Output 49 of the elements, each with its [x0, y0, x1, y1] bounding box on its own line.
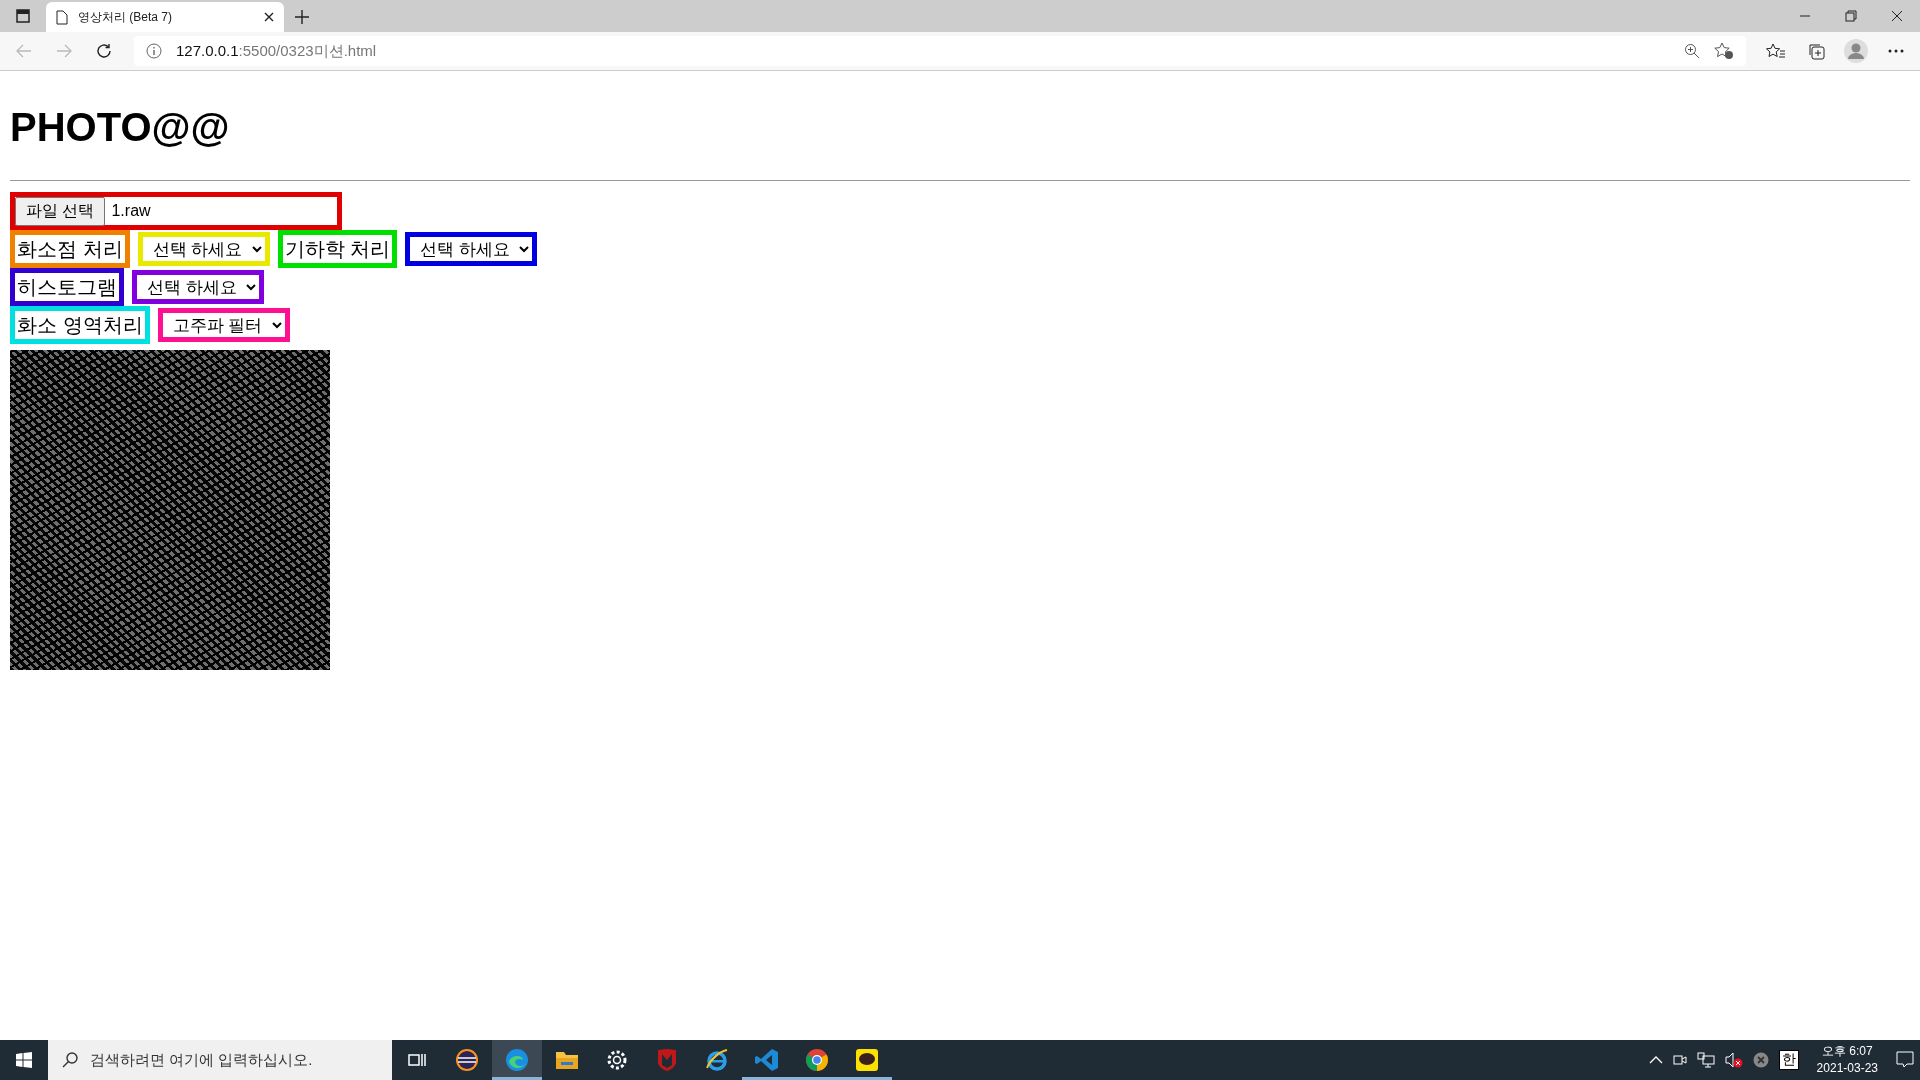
notifications-icon[interactable]: [1896, 1051, 1914, 1069]
tab-actions-icon[interactable]: [16, 9, 30, 23]
ie-icon: [705, 1048, 729, 1072]
folder-icon: [555, 1050, 579, 1070]
dropdown[interactable]: 선택 하세요: [132, 270, 264, 304]
error-icon[interactable]: [1752, 1052, 1769, 1068]
zoom-icon[interactable]: [1684, 43, 1700, 59]
shield-icon: [656, 1048, 678, 1072]
restore-icon[interactable]: [1845, 10, 1857, 22]
start-icon[interactable]: [16, 1052, 32, 1068]
info-icon: [146, 43, 162, 59]
section-label: 화소 영역처리: [10, 306, 150, 344]
camera-icon[interactable]: [1672, 1052, 1687, 1068]
section-label: 기하학 처리: [277, 230, 398, 268]
taskbar-clock[interactable]: 오후 6:07 2021-03-23: [1808, 1043, 1886, 1077]
page-icon: [56, 9, 68, 25]
close-icon[interactable]: [1891, 10, 1903, 22]
file-input[interactable]: 파일 선택 1.raw: [10, 192, 342, 230]
gear-icon: [605, 1048, 629, 1072]
add-favorite-icon[interactable]: [1714, 42, 1734, 60]
more-icon[interactable]: [1888, 49, 1904, 53]
dropdown[interactable]: 선택 하세요: [137, 232, 270, 266]
section-label: 화소점 처리: [10, 230, 130, 268]
task-view-icon: [408, 1052, 426, 1068]
page-heading: PHOTO@@: [10, 104, 231, 151]
code-editor-icon: [755, 1048, 779, 1072]
dropdown[interactable]: 선택 하세요: [405, 232, 538, 266]
dropdown[interactable]: 고주파 필터: [157, 308, 290, 342]
network-icon[interactable]: [1696, 1052, 1715, 1068]
browser-tab[interactable]: 영상처리 (Beta 7): [46, 2, 284, 32]
taskbar-search-field[interactable]: 검색하려면 여기에 입력하십시오.: [48, 1040, 392, 1080]
chevron-up-icon[interactable]: [1648, 1056, 1663, 1064]
address-bar[interactable]: 127.0.0.1:5500/0323미션.html: [134, 36, 1746, 66]
section-label: 히스토그램: [10, 268, 124, 306]
search-icon: [62, 1052, 78, 1068]
file-name: 1.raw: [111, 202, 151, 220]
edge-icon: [505, 1048, 529, 1072]
new-tab-icon[interactable]: [295, 10, 309, 24]
profile-avatar-icon[interactable]: [1844, 39, 1868, 63]
muted-speaker-icon[interactable]: [1724, 1052, 1743, 1068]
chrome-icon: [805, 1048, 829, 1072]
refresh-icon[interactable]: [96, 43, 112, 59]
eclipse-icon: [455, 1048, 479, 1072]
close-icon[interactable]: [264, 12, 274, 22]
collections-icon[interactable]: [1807, 42, 1825, 60]
favorites-icon[interactable]: [1766, 43, 1786, 59]
chat-app-icon: [855, 1048, 879, 1072]
input-method-indicator[interactable]: 한: [1778, 1050, 1799, 1070]
choose-file-button[interactable]: 파일 선택: [15, 196, 106, 226]
